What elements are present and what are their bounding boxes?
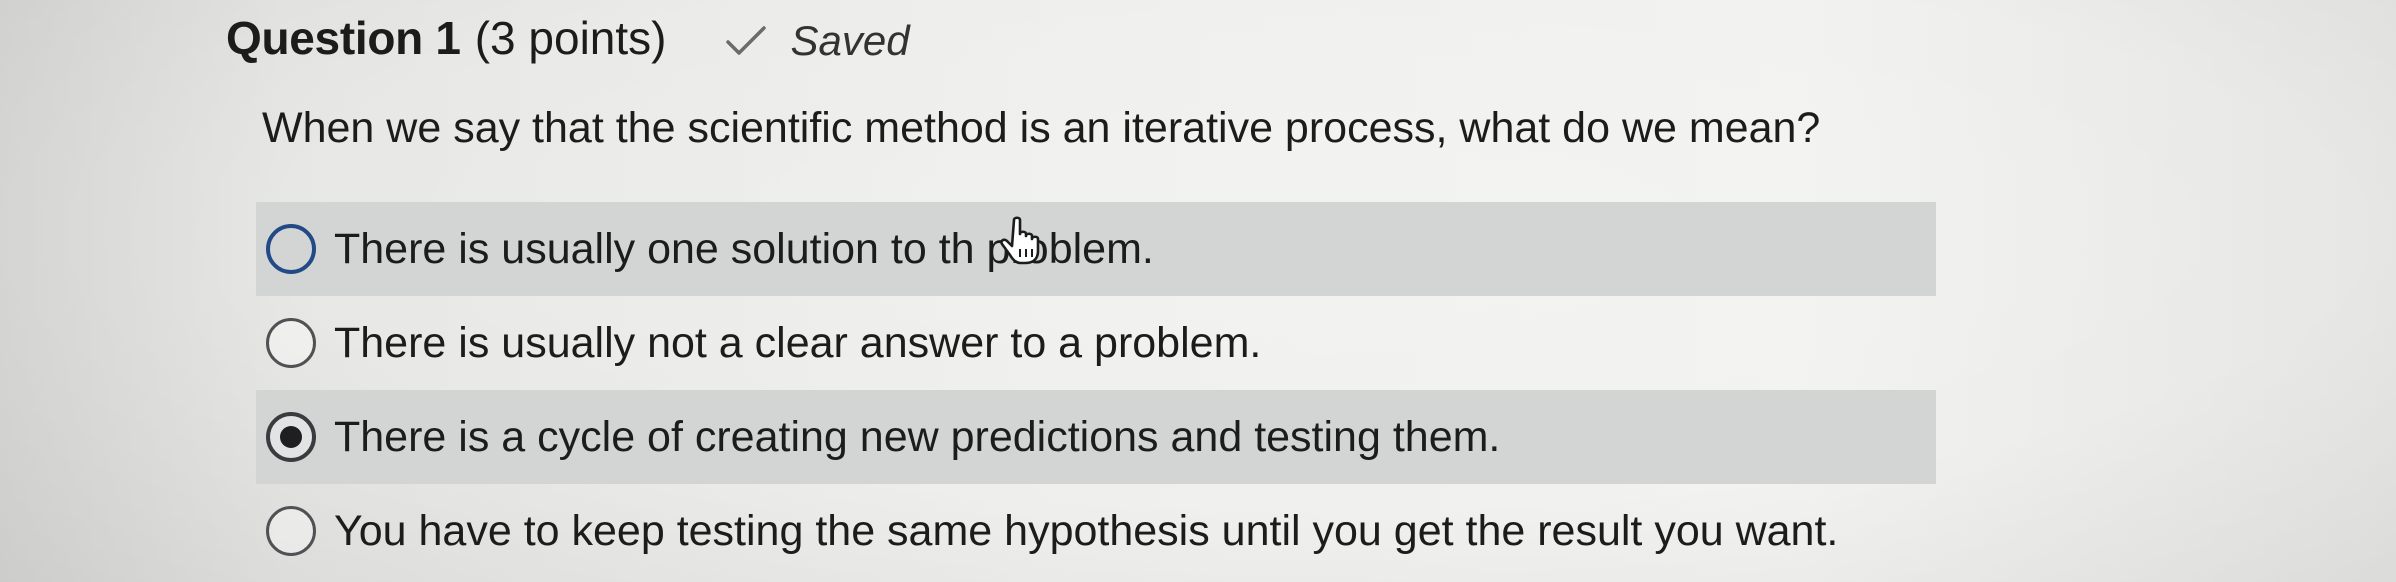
question-header: Question 1 (3 points) Saved: [226, 8, 910, 68]
saved-label: Saved: [790, 17, 910, 64]
checkmark-icon: [726, 26, 767, 55]
question-points: (3 points): [474, 12, 667, 64]
answer-option-3[interactable]: There is a cycle of creating new predict…: [256, 390, 1936, 484]
saved-status: Saved: [724, 17, 910, 65]
radio-button-selected[interactable]: [266, 412, 316, 462]
answer-option-4[interactable]: You have to keep testing the same hypoth…: [256, 484, 1936, 578]
radio-button[interactable]: [266, 506, 316, 556]
radio-button[interactable]: [266, 318, 316, 368]
answer-label: There is usually not a clear answer to a…: [334, 318, 1262, 367]
question-title: Question 1: [226, 12, 461, 64]
radio-selected-dot: [280, 426, 302, 448]
answer-option-2[interactable]: There is usually not a clear answer to a…: [256, 296, 1936, 390]
answer-label: You have to keep testing the same hypoth…: [334, 506, 1839, 555]
answer-label-part: There is usually one solution to th: [334, 224, 975, 273]
answer-options: There is usually one solution to th prob…: [256, 202, 1936, 578]
question-prompt: When we say that the scientific method i…: [262, 104, 1821, 152]
radio-button[interactable]: [266, 224, 316, 274]
hand-pointer-icon: [1000, 216, 1040, 265]
answer-option-1[interactable]: There is usually one solution to th prob…: [256, 202, 1936, 296]
answer-label: There is a cycle of creating new predict…: [334, 412, 1501, 461]
